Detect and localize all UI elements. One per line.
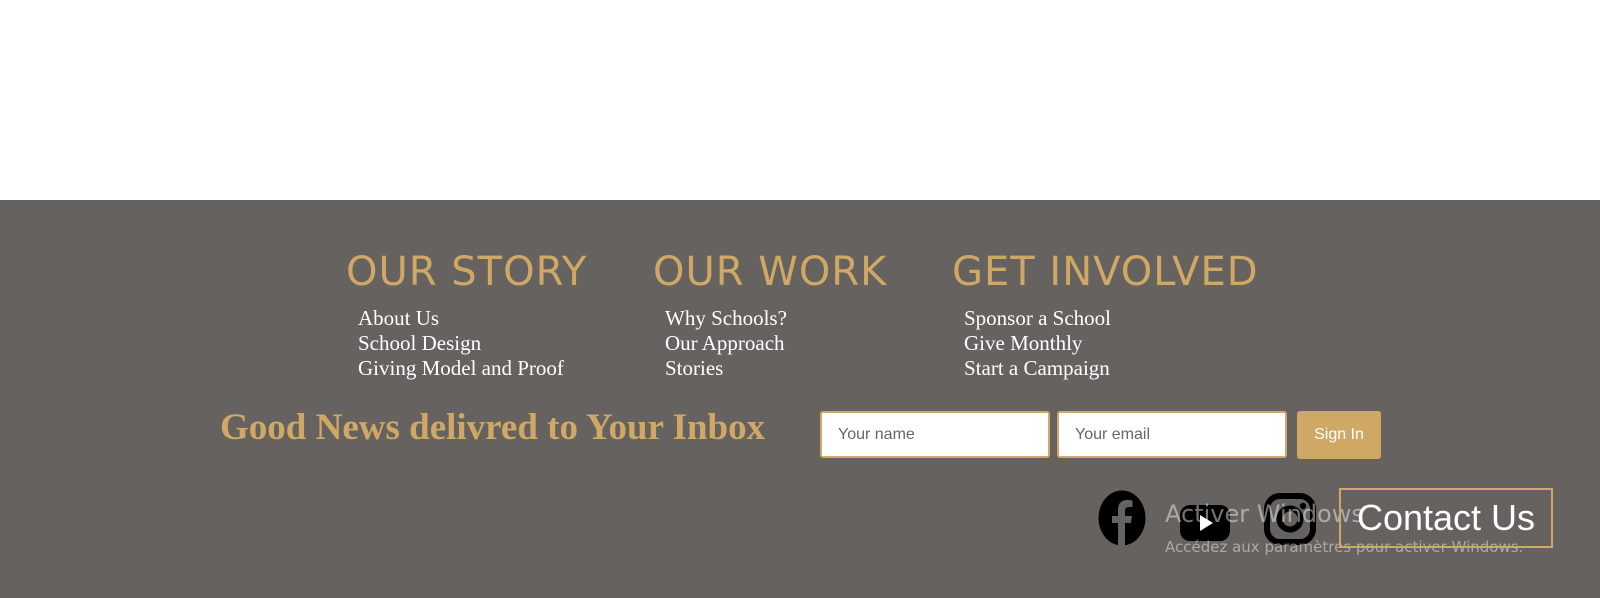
our-work-links: Why Schools? Our Approach Stories	[665, 306, 887, 381]
column-heading-our-story: OUR STORY	[346, 249, 588, 295]
email-input[interactable]	[1057, 411, 1287, 458]
our-story-links: About Us School Design Giving Model and …	[358, 306, 587, 381]
link-our-approach[interactable]: Our Approach	[665, 331, 887, 356]
link-why-schools[interactable]: Why Schools?	[665, 306, 887, 331]
newsletter-title: Good News delivred to Your Inbox	[220, 407, 766, 448]
name-input[interactable]	[820, 411, 1050, 458]
link-about-us[interactable]: About Us	[358, 306, 587, 331]
facebook-icon[interactable]	[1098, 490, 1146, 546]
site-footer: OUR STORY About Us School Design Giving …	[0, 200, 1600, 598]
link-start-a-campaign[interactable]: Start a Campaign	[964, 356, 1259, 381]
page-top-blank-area	[0, 0, 1600, 200]
footer-column-get-involved: GET INVOLVED Sponsor a School Give Month…	[952, 248, 1259, 381]
link-school-design[interactable]: School Design	[358, 331, 587, 356]
sign-in-button[interactable]: Sign In	[1297, 411, 1381, 459]
link-stories[interactable]: Stories	[665, 356, 887, 381]
contact-us-button[interactable]: Contact Us	[1339, 488, 1553, 548]
link-sponsor-a-school[interactable]: Sponsor a School	[964, 306, 1259, 331]
footer-column-our-story: OUR STORY About Us School Design Giving …	[346, 248, 587, 381]
instagram-icon[interactable]	[1263, 492, 1317, 546]
link-give-monthly[interactable]: Give Monthly	[964, 331, 1259, 356]
column-heading-get-involved: GET INVOLVED	[952, 249, 1259, 295]
column-heading-our-work: OUR WORK	[653, 249, 888, 295]
footer-column-our-work: OUR WORK Why Schools? Our Approach Stori…	[653, 248, 887, 381]
youtube-icon[interactable]	[1180, 505, 1230, 541]
get-involved-links: Sponsor a School Give Monthly Start a Ca…	[964, 306, 1259, 381]
link-giving-model-and-proof[interactable]: Giving Model and Proof	[358, 356, 587, 381]
